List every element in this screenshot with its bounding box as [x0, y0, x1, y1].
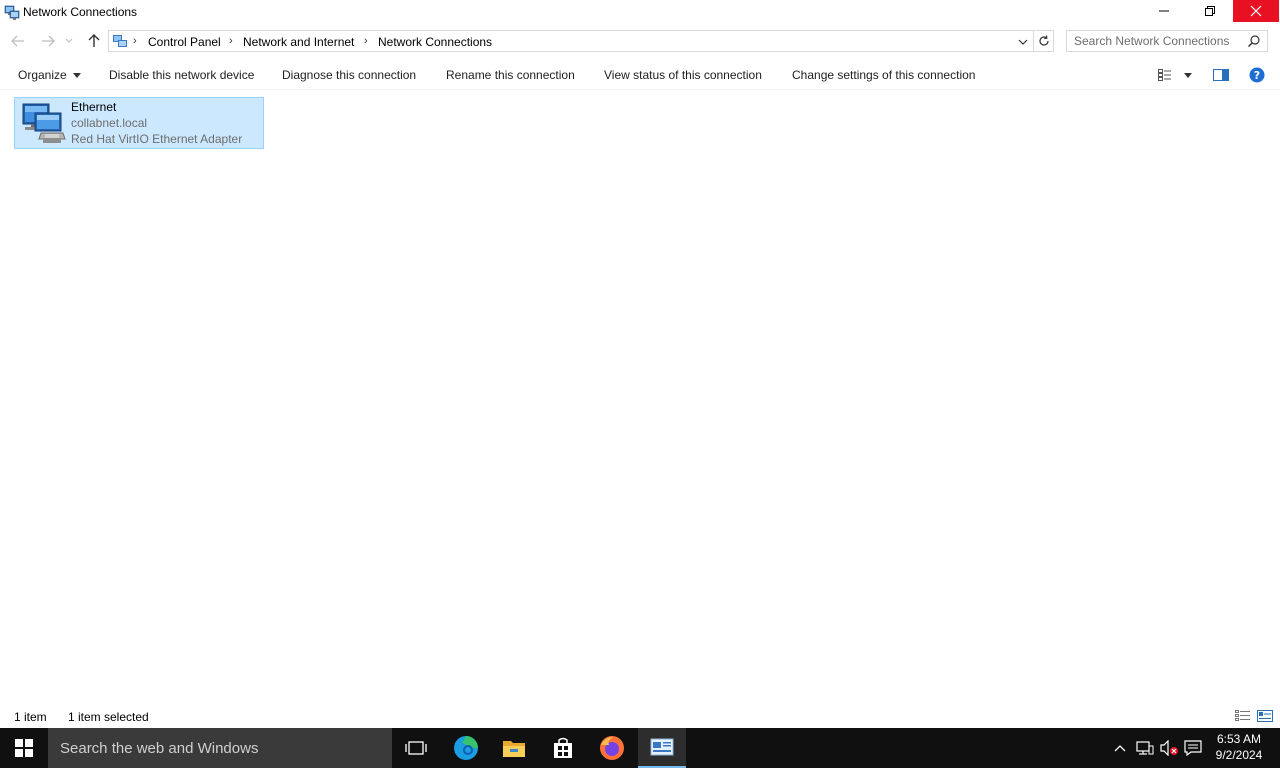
search-icon[interactable] — [1247, 34, 1261, 51]
status-bar: 1 item 1 item selected — [0, 705, 1280, 728]
disable-device-button[interactable]: Disable this network device — [109, 68, 254, 82]
window-title: Network Connections — [23, 5, 138, 19]
organize-button[interactable]: Organize — [18, 68, 81, 82]
chevron-down-icon — [1184, 72, 1192, 78]
title-bar: Network Connections — [0, 0, 1280, 26]
breadcrumb-chevron-icon: › — [364, 35, 368, 47]
list-item-ethernet[interactable]: Ethernet collabnet.local Red Hat VirtIO … — [14, 97, 264, 149]
breadcrumb-chevron-icon: › — [229, 35, 233, 47]
file-explorer-icon — [503, 741, 525, 757]
clock-time: 6:53 AM — [1216, 732, 1262, 746]
taskbar-search-placeholder: Search the web and Windows — [60, 740, 259, 757]
up-arrow-icon — [88, 34, 100, 47]
view-status-button[interactable]: View status of this connection — [604, 68, 762, 82]
item-network: collabnet.local — [71, 116, 148, 130]
chevron-down-icon — [72, 73, 81, 79]
firefox-button[interactable] — [588, 728, 636, 768]
selection-count: 1 item selected — [68, 710, 149, 724]
notification-icon — [1184, 740, 1202, 756]
tiles-view-icon — [1257, 710, 1273, 722]
rename-connection-button[interactable]: Rename this connection — [446, 68, 575, 82]
command-bar: Organize Disable this network device Dia… — [0, 60, 1280, 90]
item-adapter: Red Hat VirtIO Ethernet Adapter — [71, 132, 243, 146]
recent-locations-button[interactable] — [62, 32, 76, 50]
action-center-button[interactable] — [1183, 738, 1203, 758]
forward-button[interactable] — [38, 32, 58, 50]
change-settings-button[interactable]: Change settings of this connection — [792, 68, 975, 82]
close-button[interactable] — [1233, 0, 1279, 22]
organize-label: Organize — [18, 68, 67, 82]
refresh-button[interactable] — [1034, 30, 1054, 52]
control-panel-icon — [112, 33, 128, 49]
breadcrumb-chevron-icon: › — [133, 35, 137, 47]
help-button[interactable]: ? — [1248, 66, 1266, 84]
network-tray-button[interactable] — [1135, 738, 1155, 758]
change-view-button[interactable] — [1157, 66, 1173, 84]
taskbar-search-box[interactable]: Search the web and Windows — [48, 728, 392, 768]
network-adapter-icon — [19, 101, 67, 147]
svg-text:?: ? — [1254, 69, 1260, 82]
diagnose-connection-button[interactable]: Diagnose this connection — [282, 68, 416, 82]
windows-logo-icon — [15, 739, 33, 757]
back-arrow-icon — [11, 35, 24, 47]
taskbar: Search the web and Windows 6:53 AM 9/2/2… — [0, 728, 1280, 768]
minimize-icon — [1159, 10, 1169, 12]
up-button[interactable] — [84, 32, 104, 50]
help-icon: ? — [1249, 67, 1265, 83]
details-view-icon — [1235, 710, 1250, 721]
task-view-button[interactable] — [392, 728, 440, 768]
tiles-view-button[interactable] — [1257, 709, 1273, 723]
file-list[interactable]: Ethernet collabnet.local Red Hat VirtIO … — [0, 91, 1280, 705]
search-input[interactable] — [1067, 31, 1243, 51]
taskbar-clock[interactable]: 6:53 AM 9/2/2024 — [1210, 731, 1268, 763]
clock-date: 9/2/2024 — [1215, 748, 1263, 762]
network-connections-icon — [4, 4, 20, 20]
item-name: Ethernet — [71, 100, 117, 114]
chevron-up-icon — [1114, 745, 1126, 752]
network-tray-icon — [1136, 741, 1154, 755]
preview-pane-icon — [1213, 69, 1229, 81]
volume-tray-button[interactable] — [1159, 738, 1179, 758]
network-connections-taskbar-button[interactable] — [638, 728, 686, 768]
volume-muted-icon — [1160, 740, 1178, 756]
address-row: › Control Panel › Network and Internet ›… — [0, 26, 1280, 56]
breadcrumb-network-connections[interactable]: Network Connections — [378, 35, 492, 49]
address-bar[interactable]: › Control Panel › Network and Internet ›… — [108, 30, 1034, 52]
view-options-icon — [1158, 69, 1171, 81]
search-box[interactable] — [1066, 30, 1268, 52]
chevron-down-icon — [65, 38, 73, 43]
store-button[interactable] — [539, 728, 587, 768]
edge-icon — [454, 736, 478, 760]
item-count: 1 item — [14, 710, 47, 724]
close-icon — [1250, 5, 1262, 17]
firefox-icon — [600, 736, 624, 760]
details-view-button[interactable] — [1235, 709, 1251, 723]
edge-button[interactable] — [442, 728, 490, 768]
preview-pane-button[interactable] — [1212, 66, 1230, 84]
chevron-down-icon — [1018, 39, 1028, 45]
refresh-icon — [1038, 35, 1049, 46]
store-icon — [554, 737, 572, 758]
restore-icon — [1205, 6, 1215, 16]
back-button[interactable] — [8, 32, 28, 50]
restore-button[interactable] — [1187, 0, 1233, 22]
more-views-button[interactable] — [1182, 66, 1194, 84]
start-button[interactable] — [0, 728, 48, 768]
explorer-window: Network Connections › Control Panel › Ne… — [0, 0, 1280, 728]
address-history-button[interactable] — [1017, 36, 1031, 48]
file-explorer-button[interactable] — [490, 728, 538, 768]
breadcrumb-control-panel[interactable]: Control Panel — [148, 35, 221, 49]
minimize-button[interactable] — [1141, 0, 1187, 22]
show-hidden-icons-button[interactable] — [1110, 738, 1130, 758]
breadcrumb-network-and-internet[interactable]: Network and Internet — [243, 35, 354, 49]
network-connections-icon — [650, 738, 674, 756]
forward-arrow-icon — [42, 35, 55, 47]
task-view-icon — [405, 741, 427, 755]
